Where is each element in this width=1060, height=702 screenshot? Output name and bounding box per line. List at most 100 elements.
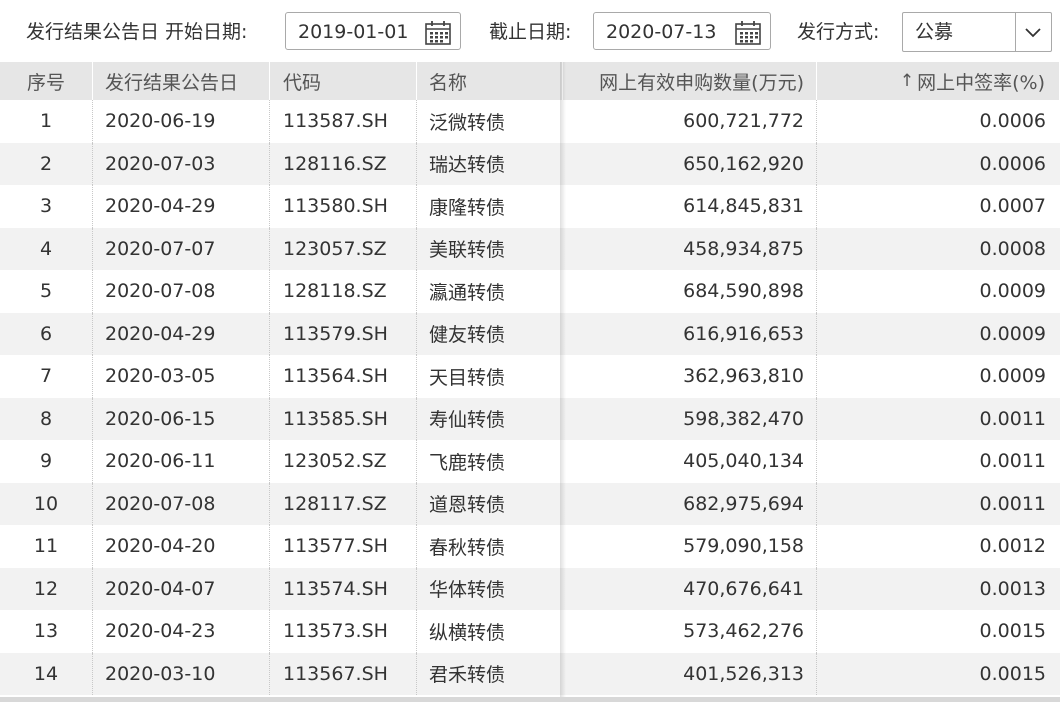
cell-winning-rate: 0.0009 bbox=[979, 322, 1046, 345]
cell-announce-date: 2020-07-07 bbox=[93, 227, 270, 270]
cell-name: 瑞达转债 bbox=[429, 154, 506, 177]
cell-subscription-amount: 458,934,875 bbox=[563, 227, 817, 270]
cell-code: 123052.SZ bbox=[270, 440, 417, 483]
cell-code: 113573.SH bbox=[270, 610, 417, 653]
table-row[interactable]: 9 2020-06-11 123052.SZ 飞鹿转债 405,040,134 0.001… bbox=[0, 440, 1060, 483]
cell-name: 春秋转债 bbox=[429, 536, 506, 559]
calendar-icon[interactable] bbox=[424, 20, 452, 46]
cell-name: 康隆转债 bbox=[429, 196, 506, 219]
header-subscription-amount[interactable]: 网上有效申购数量(万元) bbox=[563, 62, 817, 100]
cell-index: 5 bbox=[0, 270, 93, 313]
cell-winning-rate: 0.0011 bbox=[979, 407, 1046, 430]
header-code[interactable]: 代码 bbox=[270, 62, 417, 100]
cell-code: 113585.SH bbox=[270, 397, 417, 440]
cell-announce-date: 2020-07-03 bbox=[93, 142, 270, 185]
issue-method-value: 公募 bbox=[915, 21, 954, 43]
filter-toolbar: 发行结果公告日 开始日期: 2019-01-01 截止日期: 2020-07-1… bbox=[0, 0, 1060, 62]
table-row[interactable]: 2 2020-07-03 128116.SZ 瑞达转债 650,162,920 0.000… bbox=[0, 142, 1060, 185]
cell-code: 113564.SH bbox=[270, 355, 417, 398]
cell-code: 113587.SH bbox=[270, 100, 417, 143]
cell-subscription-amount: 598,382,470 bbox=[563, 397, 817, 440]
cell-announce-date: 2020-03-05 bbox=[93, 355, 270, 398]
cell-announce-date: 2020-04-29 bbox=[93, 312, 270, 355]
cell-name: 寿仙转债 bbox=[429, 409, 506, 432]
cell-index: 7 bbox=[0, 355, 93, 398]
cell-subscription-amount: 684,590,898 bbox=[563, 270, 817, 313]
table-row[interactable]: 8 2020-06-15 113585.SH 寿仙转债 598,382,470 0.001… bbox=[0, 397, 1060, 440]
cell-name: 道恩转债 bbox=[429, 494, 506, 517]
cell-announce-date: 2020-06-11 bbox=[93, 440, 270, 483]
cell-code: 113567.SH bbox=[270, 652, 417, 695]
table-row[interactable]: 11 2020-04-20 113577.SH 春秋转债 579,090,158 0.00… bbox=[0, 525, 1060, 568]
cell-name: 飞鹿转债 bbox=[429, 451, 506, 474]
cell-index: 11 bbox=[0, 525, 93, 568]
cell-winning-rate: 0.0008 bbox=[979, 237, 1046, 260]
cell-subscription-amount: 401,526,313 bbox=[563, 652, 817, 695]
cell-code: 113579.SH bbox=[270, 312, 417, 355]
cell-code: 123057.SZ bbox=[270, 227, 417, 270]
cell-winning-rate: 0.0009 bbox=[979, 280, 1046, 303]
cell-announce-date: 2020-04-29 bbox=[93, 185, 270, 228]
header-winning-rate[interactable]: ↑ 网上中签率(%) bbox=[817, 62, 1060, 100]
cell-name: 华体转债 bbox=[429, 579, 506, 602]
table-row[interactable]: 14 2020-03-10 113567.SH 君禾转债 401,526,313 0.00… bbox=[0, 652, 1060, 695]
table-row[interactable]: 1 2020-06-19 113587.SH 泛微转债 600,721,772 0.000… bbox=[0, 100, 1060, 143]
cell-winning-rate: 0.0009 bbox=[979, 365, 1046, 388]
cell-index: 13 bbox=[0, 610, 93, 653]
table-row[interactable]: 4 2020-07-07 123057.SZ 美联转债 458,934,875 0.000… bbox=[0, 227, 1060, 270]
cell-name: 瀛通转债 bbox=[429, 281, 506, 304]
sort-ascending-icon: ↑ bbox=[899, 71, 915, 91]
cell-index: 1 bbox=[0, 100, 93, 143]
issue-method-select[interactable]: 公募 bbox=[902, 12, 1052, 52]
cell-announce-date: 2020-04-20 bbox=[93, 525, 270, 568]
cell-index: 10 bbox=[0, 482, 93, 525]
cell-index: 4 bbox=[0, 227, 93, 270]
header-announce-date[interactable]: 发行结果公告日 bbox=[93, 62, 270, 100]
cell-code: 113580.SH bbox=[270, 185, 417, 228]
end-date-value: 2020-07-13 bbox=[606, 21, 717, 43]
cell-winning-rate: 0.0011 bbox=[979, 492, 1046, 515]
cell-winning-rate: 0.0015 bbox=[979, 620, 1046, 643]
table-row[interactable]: 7 2020-03-05 113564.SH 天目转债 362,963,810 0.000… bbox=[0, 355, 1060, 398]
cell-name: 纵横转债 bbox=[429, 621, 506, 644]
cell-index: 14 bbox=[0, 652, 93, 695]
table-row[interactable]: 12 2020-04-07 113574.SH 华体转债 470,676,641 0.00… bbox=[0, 567, 1060, 610]
cell-winning-rate: 0.0015 bbox=[979, 662, 1046, 685]
cell-code: 128117.SZ bbox=[270, 482, 417, 525]
start-date-value: 2019-01-01 bbox=[298, 21, 409, 43]
header-index[interactable]: 序号 bbox=[0, 62, 93, 100]
cell-code: 113577.SH bbox=[270, 525, 417, 568]
cell-index: 6 bbox=[0, 312, 93, 355]
start-date-input[interactable]: 2019-01-01 bbox=[285, 12, 461, 50]
table-row[interactable]: 10 2020-07-08 128117.SZ 道恩转债 682,975,694 0.00… bbox=[0, 482, 1060, 525]
cell-announce-date: 2020-03-10 bbox=[93, 652, 270, 695]
calendar-icon[interactable] bbox=[734, 20, 762, 46]
cell-announce-date: 2020-07-08 bbox=[93, 482, 270, 525]
table-header-row: 序号 发行结果公告日 代码 名称 网上有效申购数量(万元) ↑ 网上中签率(%) bbox=[0, 62, 1060, 100]
cell-code: 113574.SH bbox=[270, 567, 417, 610]
table-row[interactable]: 5 2020-07-08 128118.SZ 瀛通转债 684,590,898 0.000… bbox=[0, 270, 1060, 313]
select-divider bbox=[1015, 13, 1016, 51]
cell-announce-date: 2020-06-19 bbox=[93, 100, 270, 143]
header-name[interactable]: 名称 bbox=[417, 62, 563, 100]
end-date-label: 截止日期: bbox=[489, 21, 572, 43]
cell-winning-rate: 0.0006 bbox=[979, 152, 1046, 175]
table-row[interactable]: 3 2020-04-29 113580.SH 康隆转债 614,845,831 0.000… bbox=[0, 185, 1060, 228]
end-date-input[interactable]: 2020-07-13 bbox=[593, 12, 771, 50]
cell-announce-date: 2020-04-23 bbox=[93, 610, 270, 653]
cell-winning-rate: 0.0012 bbox=[979, 535, 1046, 558]
cell-index: 8 bbox=[0, 397, 93, 440]
horizontal-scrollbar[interactable] bbox=[0, 697, 1060, 702]
cell-subscription-amount: 682,975,694 bbox=[563, 482, 817, 525]
chevron-down-icon[interactable] bbox=[1021, 21, 1045, 43]
cell-winning-rate: 0.0013 bbox=[979, 577, 1046, 600]
cell-code: 128118.SZ bbox=[270, 270, 417, 313]
cell-code: 128116.SZ bbox=[270, 142, 417, 185]
start-date-label: 发行结果公告日 开始日期: bbox=[26, 21, 248, 43]
table-row[interactable]: 13 2020-04-23 113573.SH 纵横转债 573,462,276 0.00… bbox=[0, 610, 1060, 653]
table-row[interactable]: 6 2020-04-29 113579.SH 健友转债 616,916,653 0.000… bbox=[0, 312, 1060, 355]
cell-index: 9 bbox=[0, 440, 93, 483]
cell-name: 泛微转债 bbox=[429, 111, 506, 134]
cell-announce-date: 2020-06-15 bbox=[93, 397, 270, 440]
cell-subscription-amount: 405,040,134 bbox=[563, 440, 817, 483]
